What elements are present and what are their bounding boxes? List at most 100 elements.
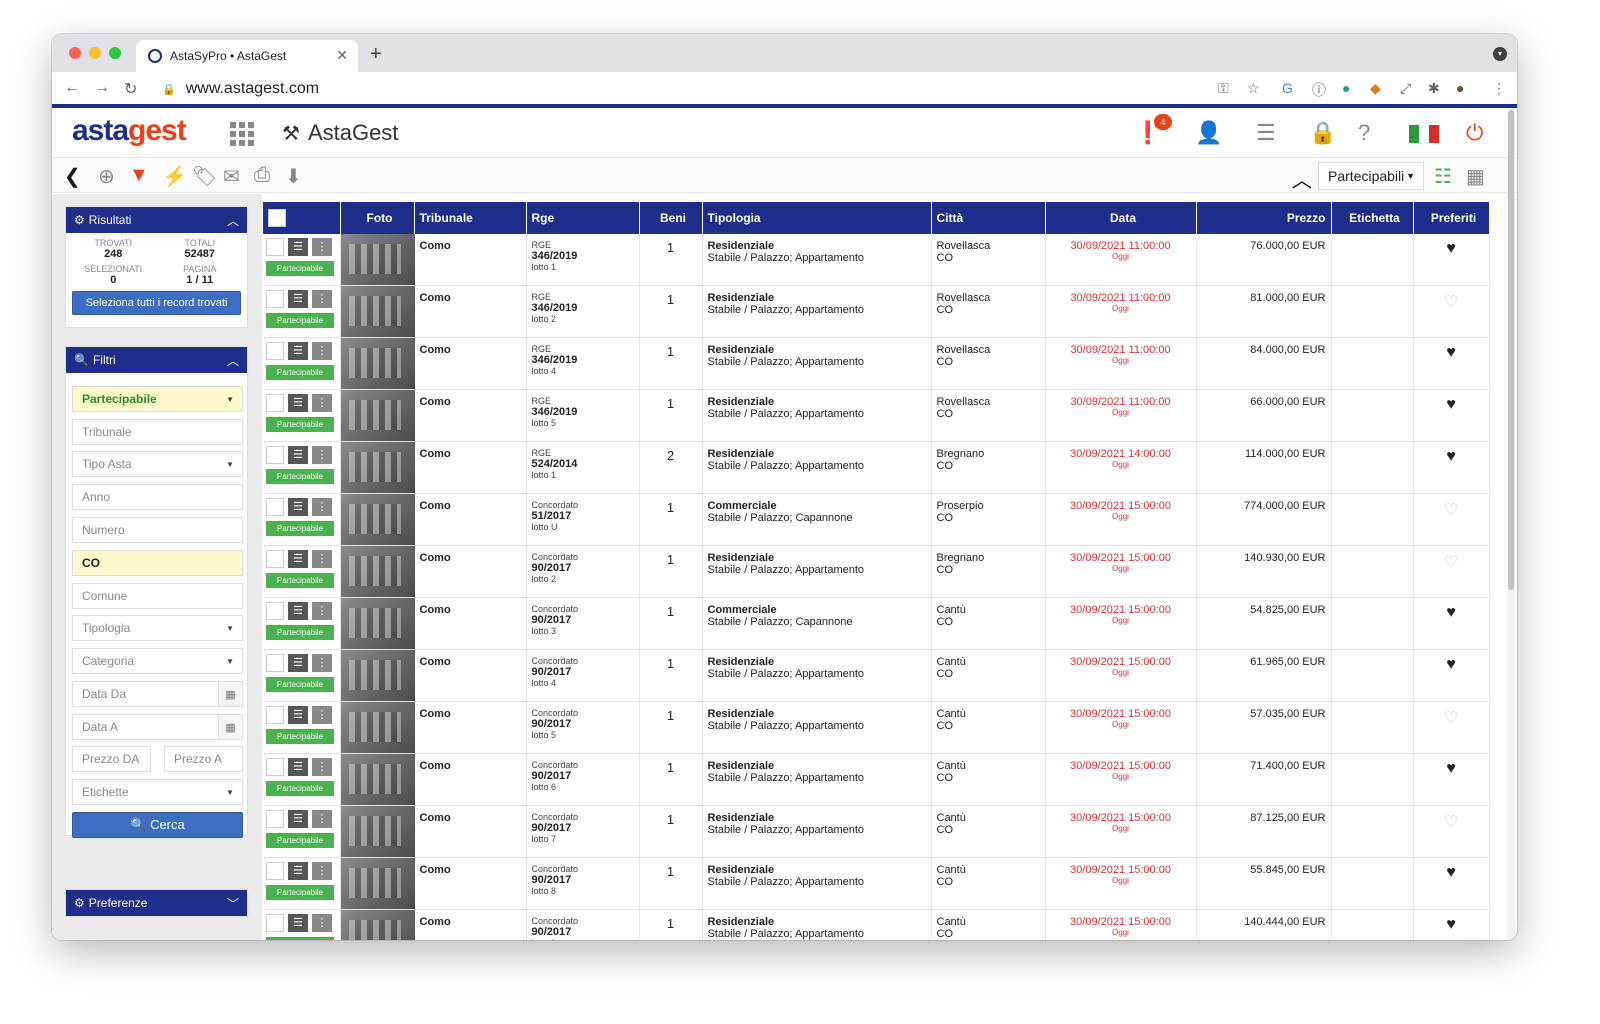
translate-icon[interactable]: G [1282,80,1293,96]
more-options-icon[interactable]: ⋮ [312,862,332,880]
user-agent-icon[interactable]: 👤 [1195,120,1222,146]
extensions-puzzle-icon[interactable]: ✱ [1428,80,1440,97]
column-header-tipologia[interactable]: Tipologia [702,202,932,234]
add-icon[interactable]: ⊕ [98,164,115,189]
column-header-citta[interactable]: Città [931,202,1046,234]
favorite-heart-icon[interactable]: ♥ [1413,753,1490,806]
page-scrollbar[interactable] [1507,108,1515,940]
select-all-checkbox[interactable] [268,209,286,227]
property-photo[interactable] [340,338,415,389]
search-button[interactable]: 🔍 Cerca [72,812,243,838]
mail-icon[interactable]: ✉ [223,164,240,189]
more-options-icon[interactable]: ⋮ [312,290,332,308]
more-options-icon[interactable]: ⋮ [312,758,332,776]
italian-flag-icon[interactable] [1409,125,1439,143]
row-etichetta[interactable] [1331,753,1414,806]
row-checkbox[interactable] [266,602,284,620]
row-etichetta[interactable] [1331,285,1414,338]
resize-extension-icon[interactable]: ⤢ [1400,80,1411,97]
astagest-logo[interactable]: astagest [72,114,187,148]
table-row[interactable]: ☰⋮ Partecipabile ComoConcordato90/2017lott… [263,701,1490,754]
favorite-heart-icon[interactable]: ♥ [1413,337,1490,390]
details-list-icon[interactable]: ☰ [288,602,308,620]
results-panel-header[interactable]: ⚙ Risultati ︿ [66,207,247,233]
row-photo-cell[interactable] [340,857,415,910]
table-row[interactable]: ☰ ⋮ Partecipabile Como RGE 346/2019 lotto 2 1 Re… [263,285,1490,338]
details-list-icon[interactable]: ☰ [288,238,308,256]
key-icon[interactable]: ⚿ [1218,80,1229,97]
table-row[interactable]: ☰ ⋮ Partecipabile Como Concordato 51/2017 lott… [263,493,1490,546]
row-checkbox[interactable] [266,810,284,828]
row-photo-cell[interactable] [340,441,415,494]
download-icon[interactable]: ⬇ [285,164,302,189]
print-icon[interactable]: ⎙ [254,164,270,187]
favorite-heart-icon[interactable]: ♥ [1413,649,1490,702]
row-etichetta[interactable] [1331,597,1414,650]
table-row[interactable]: ☰⋮ Partecipabile ComoConcordato90/2017lott… [263,649,1490,702]
property-photo[interactable] [340,442,415,493]
tab-search-icon[interactable]: ▾ [1493,47,1507,61]
row-checkbox[interactable] [266,706,284,724]
column-header-beni[interactable]: Beni [639,202,703,234]
calendar-icon[interactable]: ▦ [218,715,242,739]
row-etichetta[interactable] [1331,805,1414,858]
row-checkbox[interactable] [266,446,284,464]
zoom-window-button[interactable] [109,47,121,59]
favorite-heart-icon[interactable]: ♡ [1413,285,1490,338]
fox-extension-icon[interactable]: ◆ [1370,80,1381,97]
row-checkbox[interactable] [266,290,284,308]
list-view-icon[interactable]: ☷ [1434,164,1452,189]
more-options-icon[interactable]: ⋮ [312,238,332,256]
property-photo[interactable] [340,546,415,597]
table-row[interactable]: ☰⋮ Partecipabile ComoConcordato90/2017lott… [263,805,1490,858]
row-photo-cell[interactable] [340,545,415,598]
etichette-select[interactable]: Etichette ▼ [72,779,243,805]
details-list-icon[interactable]: ☰ [288,394,308,412]
property-photo[interactable] [340,494,415,545]
favorite-heart-icon[interactable]: ♥ [1413,234,1490,286]
tipo-asta-select[interactable]: Tipo Asta ▼ [72,451,243,477]
preferences-panel-header[interactable]: ⚙ Preferenze ﹀ [66,890,247,916]
column-header-etichetta[interactable]: Etichetta [1331,202,1414,234]
property-photo[interactable] [340,910,415,940]
property-photo[interactable] [340,754,415,805]
details-list-icon[interactable]: ☰ [288,342,308,360]
data-da-input[interactable]: Data Da ▦ [72,681,243,707]
more-options-icon[interactable]: ⋮ [312,706,332,724]
column-header-preferiti[interactable]: Preferiti [1413,202,1490,234]
property-photo[interactable] [340,702,415,753]
table-row[interactable]: ☰⋮ Partecipabile ComoConcordato90/2017lott… [263,545,1490,598]
filter-icon[interactable]: ▼ [129,164,149,187]
browser-tab[interactable]: AstaSyPro • AstaGest ✕ [136,40,358,72]
scrollbar-thumb[interactable] [1508,110,1514,590]
select-all-header[interactable] [263,202,341,234]
table-row[interactable]: ☰⋮ Partecipabile ComoConcordato90/2017lott… [263,857,1490,910]
row-checkbox[interactable] [266,758,284,776]
favorite-heart-icon[interactable]: ♡ [1413,545,1490,598]
close-window-button[interactable] [69,47,81,59]
help-icon[interactable]: ? [1358,120,1370,146]
column-header-tribunale[interactable]: Tribunale [414,202,527,234]
column-header-foto[interactable]: Foto [340,202,415,234]
property-photo[interactable] [340,598,415,649]
row-photo-cell[interactable] [340,337,415,390]
table-row[interactable]: ☰ ⋮ Partecipabile Como RGE 346/2019 lotto 4 1 Re… [263,337,1490,390]
chevron-up-icon[interactable]: ︿ [227,352,239,369]
table-row[interactable]: ☰⋮ Partecipabile ComoConcordato90/2017lott… [263,753,1490,806]
row-checkbox[interactable] [266,550,284,568]
more-options-icon[interactable]: ⋮ [312,602,332,620]
info-extension-icon[interactable]: ⓘ [1312,80,1326,100]
minimize-window-button[interactable] [89,47,101,59]
row-photo-cell[interactable] [340,234,415,286]
tipologia-select[interactable]: Tipologia ▼ [72,615,243,641]
table-row[interactable]: ☰⋮ Partecipabile ComoConcordato90/2017lott… [263,597,1490,650]
favorite-heart-icon[interactable]: ♥ [1413,389,1490,442]
stato-select[interactable]: Partecipabile ▼ [72,386,243,412]
select-all-button[interactable]: Seleziona tutti i record trovati [72,291,241,315]
numero-input[interactable]: Numero [72,517,243,543]
settings-sliders-icon[interactable]: ☰ [1256,120,1276,146]
data-a-input[interactable]: Data A ▦ [72,714,243,740]
row-photo-cell[interactable] [340,649,415,702]
row-checkbox[interactable] [266,862,284,880]
property-photo[interactable] [340,286,415,337]
